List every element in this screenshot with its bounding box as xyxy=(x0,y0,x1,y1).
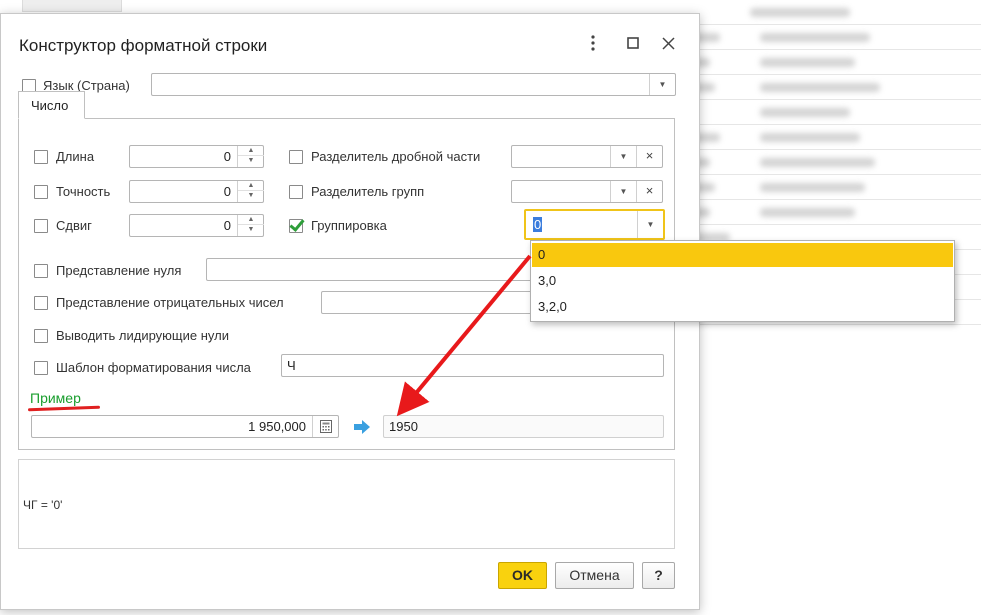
annotation-arrow xyxy=(396,254,532,417)
